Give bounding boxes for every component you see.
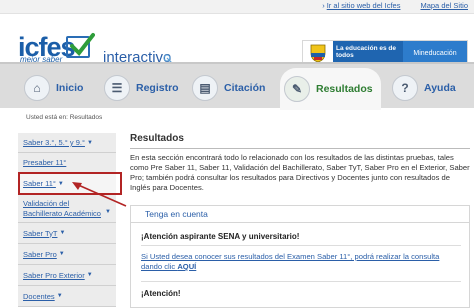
sidebar-item-saber-3-5-9[interactable]: Saber 3.°, 5.° y 9.° ▼ xyxy=(18,133,116,153)
breadcrumb: Usted está en: Resultados xyxy=(26,114,103,121)
sena-results-link[interactable]: Si Usted desea conocer sus resultados de… xyxy=(141,252,461,272)
notice-box: ¡Atención aspirante SENA y universitario… xyxy=(130,222,470,308)
sidebar-item-presaber-11[interactable]: Presaber 11° xyxy=(18,153,116,173)
divider xyxy=(141,281,461,282)
chevron-down-icon: ▼ xyxy=(59,230,66,236)
header: icfes mejor saber interactivo La educaci… xyxy=(0,14,474,66)
chevron-down-icon: ▼ xyxy=(58,251,65,257)
sidebar: Saber 3.°, 5.° y 9.° ▼ Presaber 11° Saber… xyxy=(18,133,116,307)
divider xyxy=(141,245,461,246)
help-icon: ? xyxy=(392,75,418,101)
top-bar: › Ir al sitio web del Icfes Mapa del Siti… xyxy=(0,0,474,14)
chevron-down-icon: ▼ xyxy=(86,272,93,278)
document-icon: ▤ xyxy=(192,75,218,101)
page-title: Resultados xyxy=(130,133,470,149)
intro-text: En esta sección encontrará todo lo relac… xyxy=(130,153,470,192)
sidebar-item-saber-tyt[interactable]: Saber TyT ▼ xyxy=(18,223,116,244)
sidebar-item-saber-pro[interactable]: Saber Pro ▼ xyxy=(18,244,116,265)
results-icon: ✎ xyxy=(284,76,310,102)
nav-item-ayuda[interactable]: ? Ayuda xyxy=(392,68,456,108)
chevron-down-icon: ▼ xyxy=(56,293,63,299)
home-icon: ⌂ xyxy=(24,75,50,101)
form-icon: ☰ xyxy=(104,75,130,101)
top-links: › Ir al sitio web del Icfes Mapa del Siti… xyxy=(322,1,468,10)
chevron-down-icon: ▼ xyxy=(86,139,93,146)
main-nav: ⌂ Inicio ☰ Registro ▤ Citación ✎ Resulta… xyxy=(0,62,474,110)
icfes-site-link[interactable]: › Ir al sitio web del Icfes xyxy=(322,1,400,10)
checkmark-icon xyxy=(66,33,95,58)
sitemap-link[interactable]: Mapa del Sitio xyxy=(420,1,468,10)
sidebar-item-docentes[interactable]: Docentes ▼ xyxy=(18,286,116,307)
notice-box-header: Tenga en cuenta xyxy=(130,205,470,223)
nav-item-citacion[interactable]: ▤ Citación xyxy=(192,68,265,108)
main-content: Resultados En esta sección encontrará to… xyxy=(130,133,470,192)
notice-box-title: Tenga en cuenta xyxy=(145,209,208,219)
notice-1-title: ¡Atención aspirante SENA y universitario… xyxy=(141,232,300,241)
nav-item-resultados[interactable]: ✎ Resultados xyxy=(280,68,381,110)
nav-item-registro[interactable]: ☰ Registro xyxy=(104,68,179,108)
notice-2-title: ¡Atención! xyxy=(141,289,181,298)
chevron-right-icon: › xyxy=(322,1,325,10)
red-arrow-icon xyxy=(72,182,127,207)
nav-item-inicio[interactable]: ⌂ Inicio xyxy=(24,68,83,108)
sidebar-item-saber-pro-exterior[interactable]: Saber Pro Exterior ▼ xyxy=(18,265,116,286)
